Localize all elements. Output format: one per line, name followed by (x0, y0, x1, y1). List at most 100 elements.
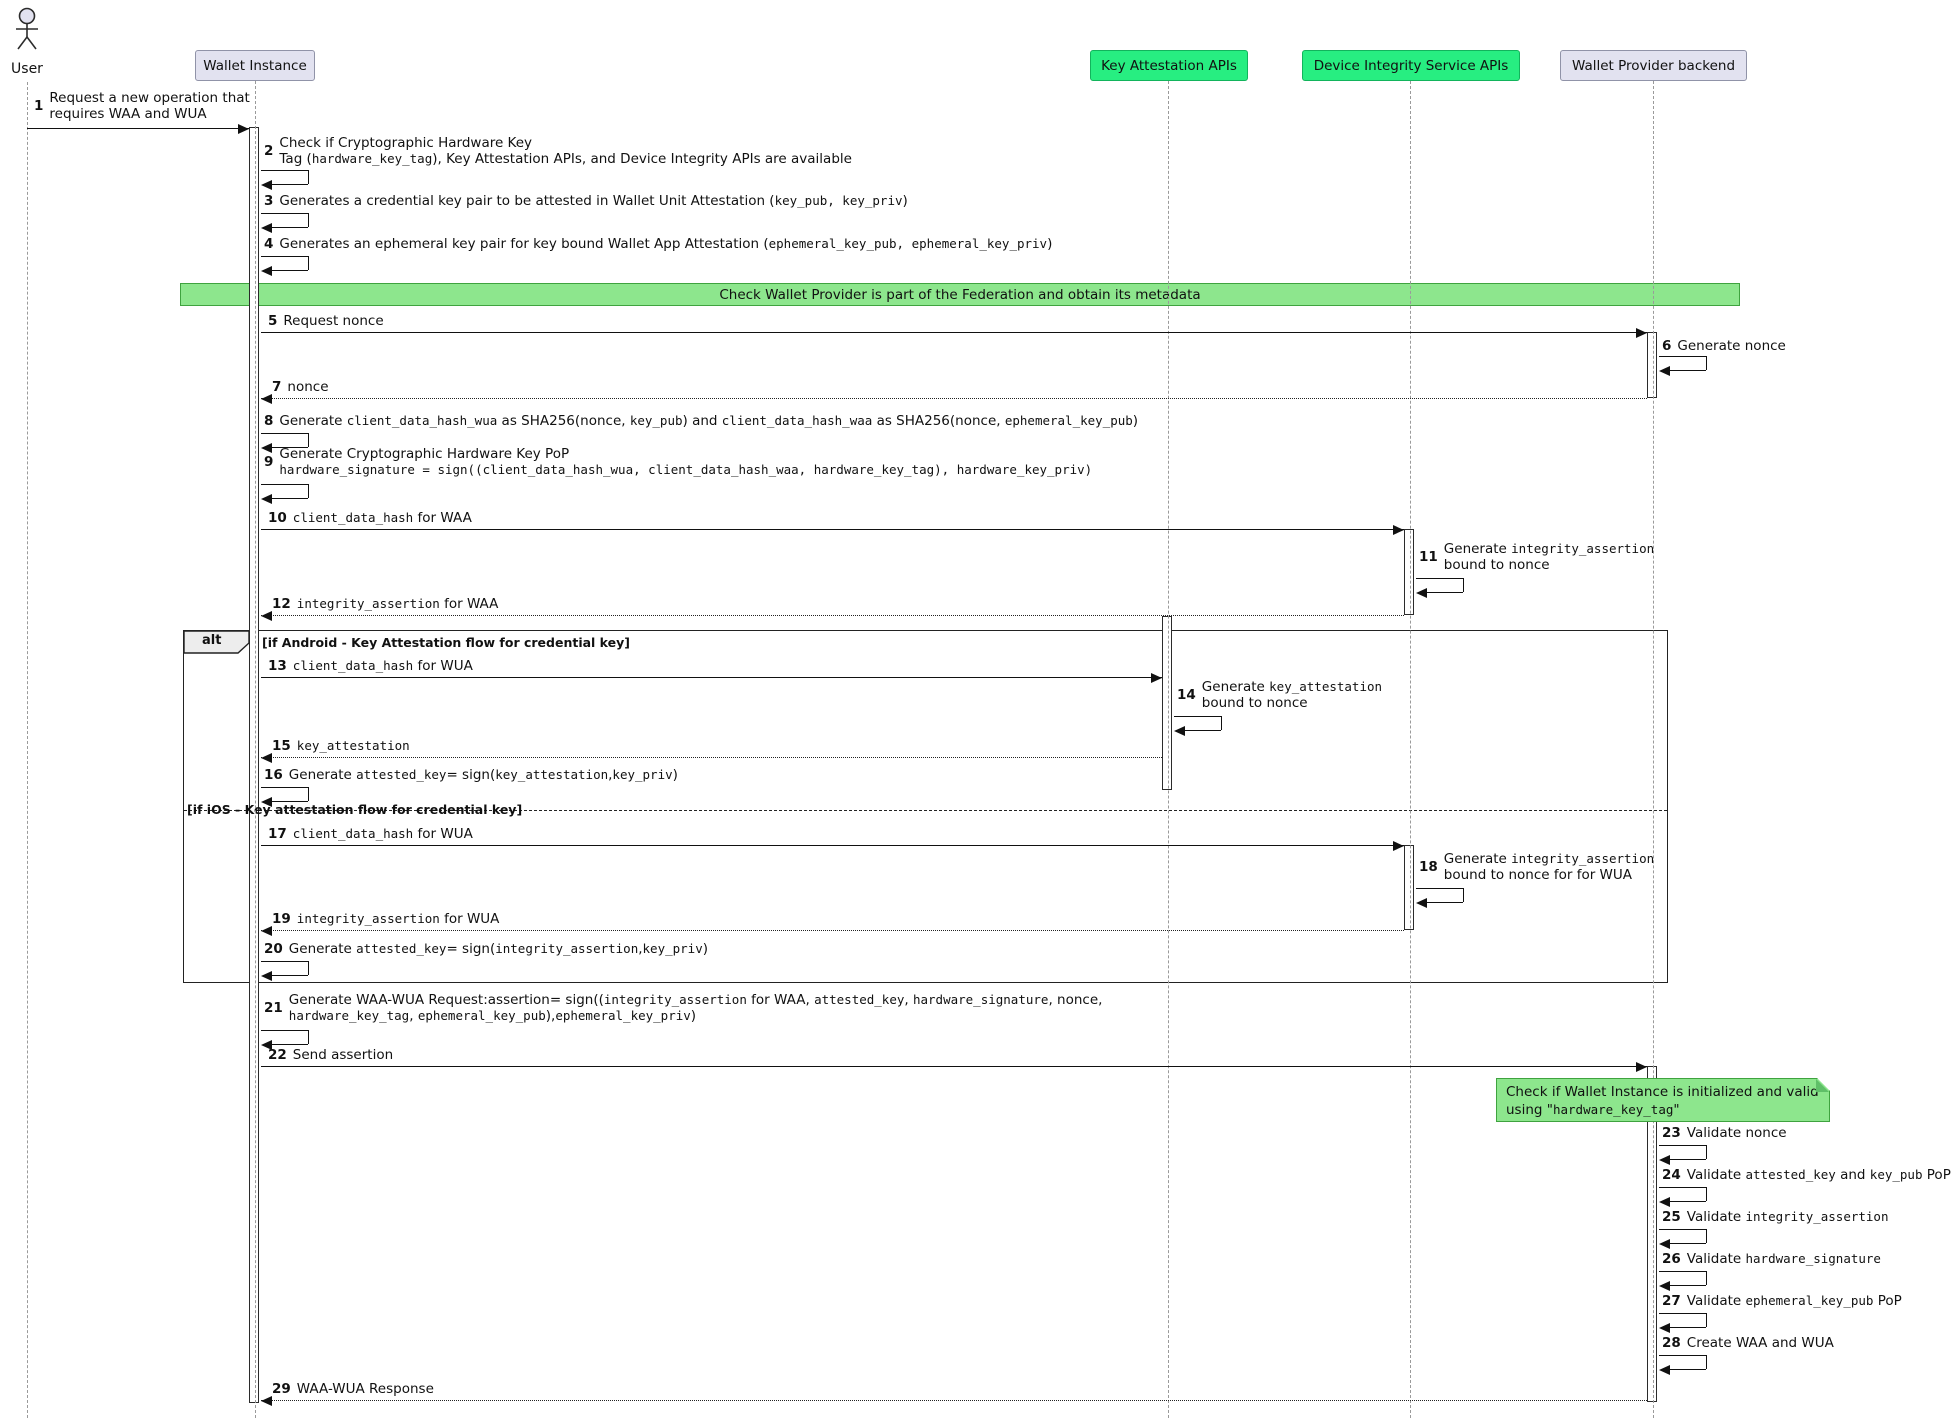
message-17-text: 17client_data_hash for WUA (268, 826, 473, 842)
message-17-line (261, 845, 1404, 846)
message-4: 4Generates an ephemeral key pair for key… (0, 0, 1959, 1421)
message-number: 28 (1662, 1335, 1681, 1351)
message-18: 18Generate integrity_assertionbound to n… (0, 0, 1959, 1421)
message-20-loop-top (261, 961, 308, 962)
message-label: Validate integrity_assertion (1687, 1209, 1889, 1225)
message-13-text: 13 client_data_hash for WUA (268, 658, 473, 674)
message-16-text: 16Generate attested_key= sign(key_attest… (264, 767, 678, 783)
message-20-text: 20Generate attested_key= sign(integrity_… (264, 941, 708, 957)
wallet-validation-note: Check if Wallet Instance is initialized … (1496, 1078, 1830, 1122)
message-9-loop-side (308, 484, 309, 498)
message-14-loop-top (1174, 716, 1221, 717)
message-12-line (261, 615, 1404, 616)
message-number: 12 (272, 596, 291, 612)
message-26-text: 26Validate hardware_signature (1662, 1251, 1881, 1267)
message-23: 23Validate nonce (0, 0, 1959, 1421)
message-28-text: 28 Create WAA and WUA (1662, 1335, 1834, 1351)
message-25-loop-side (1706, 1229, 1707, 1243)
message-24-loop-top (1659, 1187, 1706, 1188)
message-16-loop-side (308, 787, 309, 801)
message-25: 25Validate integrity_assertion (0, 0, 1959, 1421)
message-label: nonce (287, 379, 328, 395)
message-10-arrowhead (1393, 525, 1404, 535)
message-28-loop-side (1706, 1355, 1707, 1369)
sequence-diagram: User Wallet Instance Key Attestation API… (0, 0, 1959, 1421)
message-8-arrowhead (261, 443, 272, 453)
message-22-arrowhead (1636, 1062, 1647, 1072)
message-3-text: 3Generates a credential key pair to be a… (264, 193, 908, 209)
message-8-loop-top (261, 433, 308, 434)
message-label: Generate key_attestationbound to nonce (1202, 679, 1382, 711)
message-label: Generate attested_key= sign(key_attestat… (289, 767, 678, 783)
message-14: 14Generate key_attestationbound to nonce (0, 0, 1959, 1421)
message-number: 22 (268, 1047, 287, 1063)
message-18-loop-top (1416, 888, 1463, 889)
message-2-arrowhead (261, 180, 272, 190)
message-12-text: 12integrity_assertion for WAA (272, 596, 498, 612)
participant-wallet-provider-backend-label: Wallet Provider backend (1572, 58, 1735, 74)
lifeline-user (27, 82, 28, 1418)
message-23-loop-bottom (1669, 1159, 1706, 1160)
message-29-arrowhead (261, 1396, 272, 1406)
message-16: 16Generate attested_key= sign(key_attest… (0, 0, 1959, 1421)
message-17: 17client_data_hash for WUA (0, 0, 1959, 1421)
message-19: 19integrity_assertion for WUA (0, 0, 1959, 1421)
message-number: 18 (1419, 859, 1438, 875)
message-3-loop-top (261, 213, 308, 214)
message-number: 8 (264, 413, 273, 429)
activation-bar (1404, 529, 1414, 615)
message-6-arrowhead (1659, 366, 1670, 376)
message-24-loop-bottom (1669, 1201, 1706, 1202)
message-label: Create WAA and WUA (1687, 1335, 1834, 1351)
message-2-text: 2Check if Cryptographic Hardware KeyTag … (264, 135, 852, 167)
message-18-text: 18Generate integrity_assertionbound to n… (1419, 851, 1654, 883)
message-19-text: 19integrity_assertion for WUA (272, 911, 499, 927)
message-label: Generates an ephemeral key pair for key … (279, 236, 1052, 252)
message-27-loop-top (1659, 1313, 1706, 1314)
activation-bar (1404, 845, 1414, 930)
message-26-arrowhead (1659, 1281, 1670, 1291)
alt-guard-ios: [if iOS - Key attestation flow for crede… (187, 802, 522, 817)
message-label: integrity_assertion for WUA (297, 911, 500, 927)
federation-band: Check Wallet Provider is part of the Fed… (180, 283, 1740, 306)
message-7-line (261, 398, 1647, 399)
alt-guard-android: [if Android - Key Attestation flow for c… (262, 635, 630, 650)
message-1-line (27, 128, 249, 129)
activation-bars (0, 0, 1959, 1421)
message-label: key_attestation (297, 738, 410, 754)
message-25-text: 25Validate integrity_assertion (1662, 1209, 1889, 1225)
message-label: Validate ephemeral_key_pub PoP (1687, 1293, 1902, 1309)
message-label: Validate nonce (1687, 1125, 1787, 1141)
note-line-2: using "hardware_key_tag" (1506, 1101, 1820, 1119)
message-4-loop-top (261, 256, 308, 257)
message-27-arrowhead (1659, 1323, 1670, 1333)
message-11: 11Generate integrity_assertionbound to n… (0, 0, 1959, 1421)
message-7-arrowhead (261, 394, 272, 404)
message-6-loop-bottom (1669, 370, 1706, 371)
message-21-loop-side (308, 1030, 309, 1044)
message-13: 13 client_data_hash for WUA (0, 0, 1959, 1421)
message-label: Request nonce (283, 313, 383, 329)
message-label: client_data_hash for WUA (293, 658, 473, 674)
message-11-loop-bottom (1426, 592, 1463, 593)
message-number: 13 (268, 658, 287, 674)
participant-key-attestation-apis-label: Key Attestation APIs (1101, 58, 1237, 74)
message-10: 10client_data_hash for WAA (0, 0, 1959, 1421)
message-2-loop-side (308, 170, 309, 184)
message-25-loop-top (1659, 1229, 1706, 1230)
participant-wallet-provider-backend: Wallet Provider backend (1560, 50, 1747, 81)
message-18-loop-bottom (1426, 902, 1463, 903)
messages-layer: 1Request a new operation thatrequires WA… (0, 0, 1959, 1421)
message-9: 9Generate Cryptographic Hardware Key PoP… (0, 0, 1959, 1421)
message-9-loop-top (261, 484, 308, 485)
message-10-text: 10client_data_hash for WAA (268, 510, 472, 526)
message-9-arrowhead (261, 494, 272, 504)
message-22: 22Send assertion (0, 0, 1959, 1421)
message-28-arrowhead (1659, 1365, 1670, 1375)
lifeline-wallet-provider-backend (1653, 81, 1654, 1418)
message-24-arrowhead (1659, 1197, 1670, 1207)
message-12: 12integrity_assertion for WAA (0, 0, 1959, 1421)
message-26-loop-side (1706, 1271, 1707, 1285)
message-5-line (261, 332, 1647, 333)
user-actor-icon (5, 5, 49, 53)
